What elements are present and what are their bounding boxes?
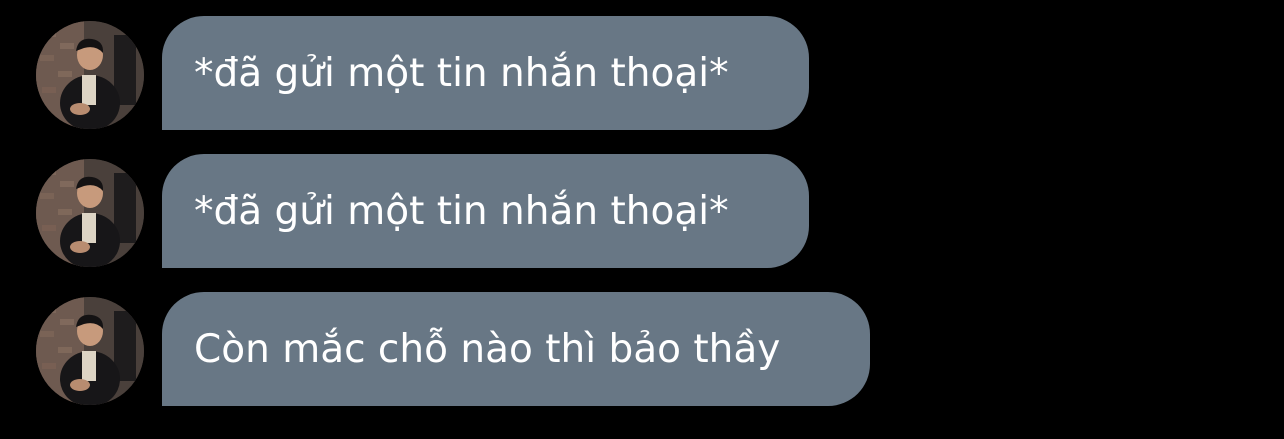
- avatar-photo: [36, 21, 144, 129]
- message-bubble[interactable]: *đã gửi một tin nhắn thoại*: [162, 154, 809, 268]
- message-bubble[interactable]: Còn mắc chỗ nào thì bảo thầy: [162, 292, 870, 406]
- message-row: *đã gửi một tin nhắn thoại*: [0, 16, 1284, 130]
- avatar[interactable]: [36, 297, 144, 405]
- avatar[interactable]: [36, 159, 144, 267]
- message-text: *đã gửi một tin nhắn thoại*: [194, 50, 729, 96]
- avatar-photo: [36, 159, 144, 267]
- message-row: Còn mắc chỗ nào thì bảo thầy: [0, 292, 1284, 406]
- avatar-photo: [36, 297, 144, 405]
- message-text: Còn mắc chỗ nào thì bảo thầy: [194, 326, 781, 372]
- avatar[interactable]: [36, 21, 144, 129]
- chat-thread: *đã gửi một tin nhắn thoại* *đã gửi một …: [0, 0, 1284, 439]
- message-text: *đã gửi một tin nhắn thoại*: [194, 188, 729, 234]
- message-bubble[interactable]: *đã gửi một tin nhắn thoại*: [162, 16, 809, 130]
- message-row: *đã gửi một tin nhắn thoại*: [0, 154, 1284, 268]
